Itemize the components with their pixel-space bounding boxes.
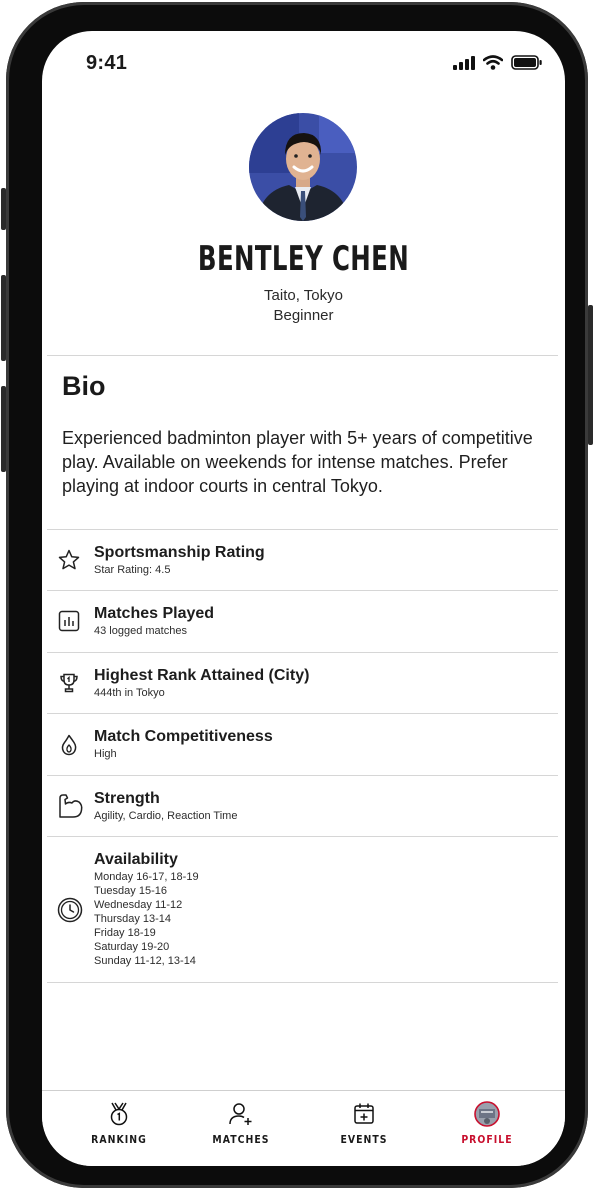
- bio-title: Bio: [62, 371, 106, 401]
- bar-chart-icon: [58, 610, 80, 632]
- profile-location: Taito, Tokyo: [264, 287, 343, 304]
- tab-matches[interactable]: MATCHES: [196, 1101, 286, 1146]
- add-user-icon: [229, 1103, 252, 1125]
- tab-events[interactable]: EVENTS: [319, 1101, 409, 1146]
- wifi-icon: [483, 55, 503, 70]
- tab-label: EVENTS: [340, 1133, 388, 1146]
- availability-slot: Tuesday 15-16: [94, 885, 167, 897]
- tab-label: RANKING: [91, 1133, 147, 1146]
- tab-bar: RANKING MATCHES EVENTS PROFILE: [42, 1090, 565, 1166]
- stat-subtitle: Agility, Cardio, Reaction Time: [94, 810, 238, 822]
- battery-icon: [511, 55, 542, 70]
- stat-subtitle: Star Rating: 4.5: [94, 564, 171, 576]
- stat-title: Highest Rank Attained (City): [94, 667, 310, 684]
- profile-level: Beginner: [273, 307, 334, 324]
- stat-title: Strength: [94, 790, 160, 807]
- stat-strength: Strength Agility, Cardio, Reaction Time: [47, 776, 558, 836]
- star-icon: [58, 549, 80, 570]
- availability-slot: Sunday 11-12, 13-14: [94, 955, 196, 967]
- stat-matches-played: Matches Played 43 logged matches: [47, 591, 558, 652]
- stat-subtitle: 444th in Tokyo: [94, 687, 165, 699]
- stat-title: Sportsmanship Rating: [94, 544, 265, 561]
- stat-highest-rank: Highest Rank Attained (City) 444th in To…: [47, 653, 558, 713]
- bio-text: Experienced badminton player with 5+ yea…: [62, 428, 533, 496]
- trophy-icon: [60, 673, 78, 693]
- tab-ranking[interactable]: RANKING: [74, 1101, 164, 1146]
- medal-icon: [110, 1102, 128, 1126]
- calendar-plus-icon: [354, 1103, 374, 1124]
- stat-availability: Availability Monday 16-17, 18-19 Tuesday…: [47, 837, 558, 982]
- profile-name: BENTLEY CHEN: [197, 239, 410, 279]
- avatar-icon: [474, 1101, 500, 1127]
- stat-match-competitiveness: Match Competitiveness High: [47, 714, 558, 775]
- availability-slot: Wednesday 11-12: [94, 899, 183, 911]
- stat-title: Match Competitiveness: [94, 728, 273, 745]
- tab-label: MATCHES: [212, 1133, 270, 1146]
- availability-slot: Saturday 19-20: [94, 941, 170, 953]
- status-bar: 9:41: [42, 31, 565, 91]
- muscle-arm-icon: [59, 794, 83, 818]
- availability-title: Availability: [94, 851, 178, 868]
- phone-frame: 9:41 BENTLEY CHEN Taito, Tokyo Beginner …: [6, 2, 588, 1188]
- stat-sportsmanship-rating: Sportsmanship Rating Star Rating: 4.5: [47, 530, 558, 590]
- profile-avatar[interactable]: [249, 113, 357, 221]
- profile-photo: [249, 113, 357, 221]
- stat-subtitle: High: [94, 748, 117, 760]
- header-divider: [47, 355, 558, 356]
- power-button: [588, 305, 593, 445]
- tab-label: PROFILE: [461, 1133, 513, 1146]
- screen: 9:41 BENTLEY CHEN Taito, Tokyo Beginner …: [42, 31, 565, 1166]
- stat-subtitle: 43 logged matches: [94, 625, 187, 637]
- status-icons: [453, 55, 543, 70]
- availability-slot: Thursday 13-14: [94, 913, 172, 925]
- cellular-signal-icon: [453, 55, 475, 70]
- flame-icon: [61, 734, 77, 756]
- stat-title: Matches Played: [94, 605, 215, 622]
- tab-profile[interactable]: PROFILE: [442, 1101, 532, 1146]
- clock-icon: [57, 897, 83, 923]
- availability-slot: Friday 18-19: [94, 927, 156, 939]
- availability-divider: [47, 982, 558, 983]
- availability-slot: Monday 16-17, 18-19: [94, 871, 199, 883]
- status-time: 9:41: [86, 52, 128, 74]
